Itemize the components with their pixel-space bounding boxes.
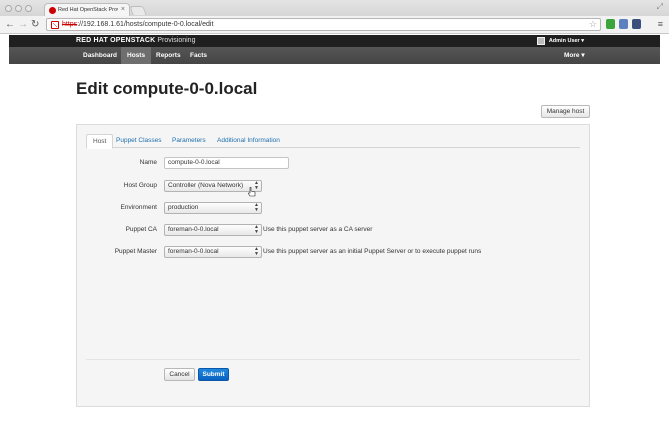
submit-button[interactable]: Submit (198, 368, 229, 381)
browser-tab-title: Red Hat OpenStack Provisio (58, 7, 118, 13)
puppet-master-select[interactable]: foreman-0-0.local ▲ ▼ (164, 246, 262, 258)
manage-host-button[interactable]: Manage host (541, 105, 590, 118)
new-tab-button[interactable] (129, 6, 147, 15)
name-input[interactable]: compute-0-0.local (164, 157, 289, 169)
name-label: Name (139, 159, 157, 166)
user-name: Admin User ▾ (548, 38, 584, 44)
url-path: ://192.168.1.61/hosts/compute-0-0.local/… (77, 21, 214, 28)
select-arrows-icon: ▲ ▼ (254, 224, 259, 235)
extension-badge-icon[interactable] (619, 19, 628, 29)
fullscreen-icon[interactable]: ⤢ (657, 2, 663, 12)
url-scheme: https (62, 21, 78, 28)
reload-icon[interactable]: ↻ (31, 19, 39, 31)
extension-green-icon[interactable] (606, 19, 615, 29)
brand-bar: RED HAT OPENSTACK Provisioning Admin Use… (9, 35, 660, 47)
puppet-master-value: foreman-0-0.local (168, 248, 219, 255)
brand-name: RED HAT OPENSTACK (76, 37, 156, 44)
tab-additional-information[interactable]: Additional Information (217, 134, 280, 148)
puppet-ca-value: foreman-0-0.local (168, 226, 219, 233)
select-arrows-icon: ▲ ▼ (254, 202, 259, 213)
puppet-ca-help: Use this puppet server as a CA server (263, 226, 373, 233)
nav-reports[interactable]: Reports (150, 47, 187, 64)
forward-icon[interactable]: → (18, 19, 28, 31)
tab-close-icon[interactable]: × (121, 5, 125, 14)
tab-puppet-classes[interactable]: Puppet Classes (116, 134, 162, 148)
extension-camera-icon[interactable] (632, 19, 641, 29)
puppet-ca-label: Puppet CA (125, 226, 157, 233)
insecure-lock-icon[interactable] (51, 21, 59, 29)
edit-host-panel: Host Puppet Classes Parameters Additiona… (76, 124, 590, 407)
close-window-icon[interactable] (5, 5, 12, 12)
user-menu[interactable]: Admin User ▾ (536, 36, 584, 46)
select-arrows-icon: ▲ ▼ (254, 246, 259, 257)
form-tabs: Host Puppet Classes Parameters Additiona… (86, 134, 580, 149)
menu-icon[interactable]: ≡ (658, 19, 663, 29)
nav-dashboard[interactable]: Dashboard (77, 47, 123, 64)
brand-product: Provisioning (157, 37, 196, 44)
redhat-favicon-icon (49, 7, 56, 14)
tab-host[interactable]: Host (86, 134, 114, 149)
brand-logo[interactable]: RED HAT OPENSTACK Provisioning (76, 36, 195, 46)
nav-facts[interactable]: Facts (184, 47, 213, 64)
nav-hosts[interactable]: Hosts (121, 47, 152, 64)
address-bar[interactable]: https://192.168.1.61/hosts/compute-0-0.l… (46, 18, 601, 31)
cancel-button[interactable]: Cancel (164, 368, 195, 381)
nav-more[interactable]: More ▾ (558, 47, 591, 64)
browser-tab[interactable]: Red Hat OpenStack Provisio × (44, 3, 130, 16)
puppet-ca-select[interactable]: foreman-0-0.local ▲ ▼ (164, 224, 262, 236)
host-group-value: Controller (Nova Network) (168, 182, 244, 189)
hand-cursor-icon (248, 187, 256, 197)
host-group-label: Host Group (123, 182, 157, 189)
puppet-master-help: Use this puppet server as an initial Pup… (263, 248, 482, 255)
minimize-window-icon[interactable] (15, 5, 22, 12)
form-actions-divider (86, 359, 580, 360)
browser-toolbar: ← → ↻ https://192.168.1.61/hosts/compute… (0, 16, 669, 34)
browser-tabstrip: Red Hat OpenStack Provisio × ⤢ (0, 0, 669, 16)
environment-value: production (168, 204, 199, 211)
environment-label: Environment (120, 204, 158, 211)
zoom-window-icon[interactable] (25, 5, 32, 12)
puppet-master-label: Puppet Master (114, 248, 157, 255)
back-icon[interactable]: ← (5, 19, 15, 31)
page-title: Edit compute-0-0.local (76, 79, 258, 98)
url-text[interactable]: https://192.168.1.61/hosts/compute-0-0.l… (62, 20, 213, 30)
star-icon[interactable]: ☆ (589, 19, 597, 30)
environment-select[interactable]: production ▲ ▼ (164, 202, 262, 214)
avatar (536, 37, 545, 45)
main-navbar: Dashboard Hosts Reports Facts More ▾ (9, 47, 660, 64)
tab-parameters[interactable]: Parameters (172, 134, 206, 148)
